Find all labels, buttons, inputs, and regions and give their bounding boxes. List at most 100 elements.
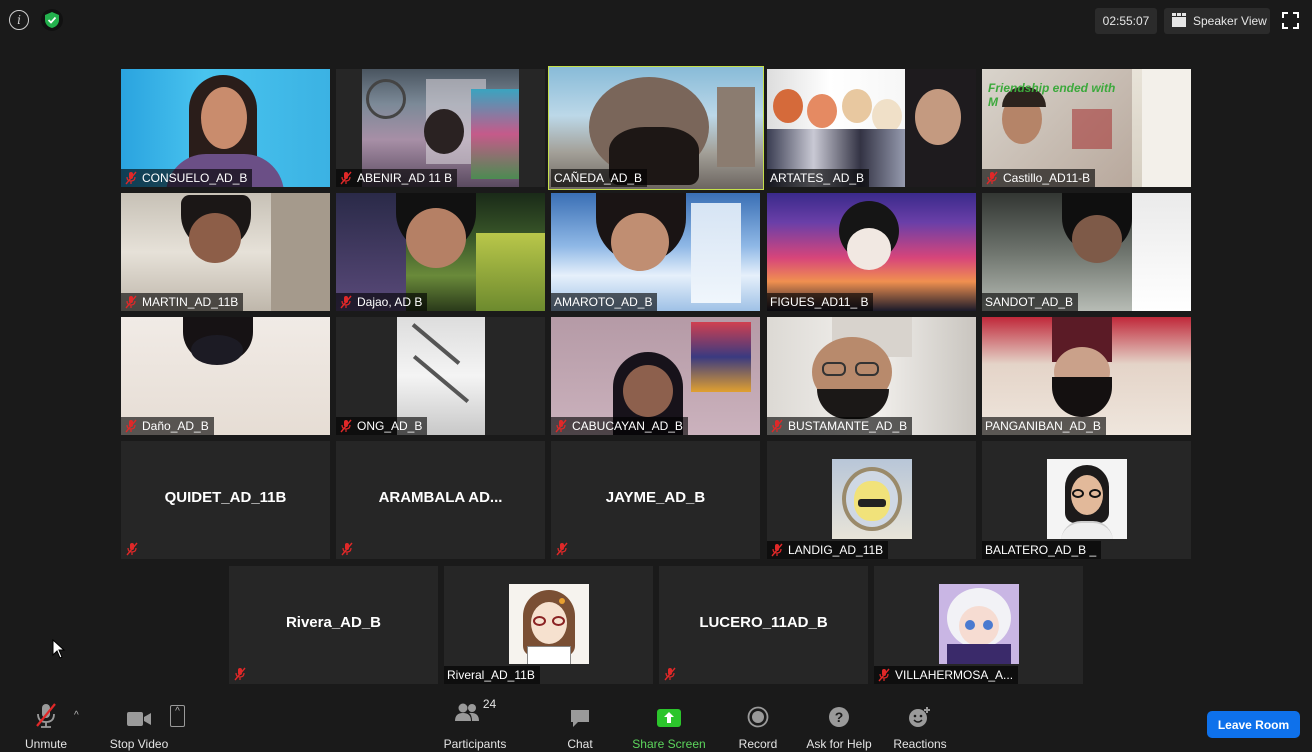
participant-tile[interactable]: ONG_AD_B (336, 317, 545, 435)
participant-name: JAYME_AD_B (605, 489, 706, 506)
participant-nameplate: PANGANIBAN_AD_B (982, 417, 1106, 435)
leave-room-button[interactable]: Leave Room (1207, 711, 1300, 738)
speaker-view-label: Speaker View (1193, 14, 1267, 28)
participant-name: Riveral_AD_11B (447, 668, 535, 682)
participant-nameplate: CABUCAYAN_AD_B (551, 417, 688, 435)
participant-nameplate: Castillo_AD11-B (982, 169, 1096, 187)
video-camera-icon (126, 700, 152, 728)
participant-name: Castillo_AD11-B (1003, 171, 1091, 185)
participant-nameplate: ONG_AD_B (336, 417, 428, 435)
meeting-timer: 02:55:07 (1095, 8, 1157, 34)
participant-tile[interactable]: VILLAHERMOSA_A... (874, 566, 1083, 684)
participant-tile[interactable]: SANDOT_AD_B (982, 193, 1191, 311)
video-options-caret-icon[interactable]: ^ (170, 705, 185, 727)
participant-nameplate: VILLAHERMOSA_A... (874, 666, 1019, 684)
participant-tile[interactable]: QUIDET_AD_11B (121, 441, 330, 559)
participant-tile[interactable]: AMAROTO_AD_B (551, 193, 760, 311)
participant-tile[interactable]: BUSTAMANTE_AD_B (767, 317, 976, 435)
participant-tile[interactable]: Friendship ended with M Castillo_AD11-B (982, 69, 1191, 187)
participant-name: BUSTAMANTE_AD_B (788, 419, 908, 433)
stop-video-button[interactable]: Stop Video (104, 692, 174, 752)
participant-name: CONSUELO_AD_B (142, 171, 248, 185)
share-screen-button[interactable]: Share Screen (630, 692, 708, 752)
participant-name: SANDOT_AD_B (985, 295, 1074, 309)
participant-tile[interactable]: JAYME_AD_B (551, 441, 760, 559)
speaker-view-button[interactable]: Speaker View (1164, 8, 1270, 34)
muted-mic-icon (124, 171, 138, 185)
record-button[interactable]: Record (733, 692, 783, 752)
participant-nameplate: BALATERO_AD_B _ (982, 541, 1102, 559)
participant-nameplate: FIGUES_AD11_ B (767, 293, 874, 311)
record-label: Record (738, 737, 778, 751)
participant-tile[interactable]: Riveral_AD_11B (444, 566, 653, 684)
participant-nameplate: Daño_AD_B (121, 417, 214, 435)
unmute-label: Unmute (24, 737, 68, 751)
profile-picture (832, 459, 912, 539)
muted-mic-icon (339, 171, 353, 185)
participant-nameplate: CONSUELO_AD_B (121, 169, 253, 187)
participant-count: 24 (482, 697, 497, 711)
mouse-cursor-icon (52, 638, 66, 664)
participant-nameplate: Dajao, AD B (336, 293, 428, 311)
participant-tile-active-speaker[interactable]: CAÑEDA_AD_B (548, 66, 764, 190)
muted-mic-icon (233, 667, 247, 681)
participant-name: AMAROTO_AD_B (554, 295, 653, 309)
participant-tile[interactable]: ARTATES_ AD_B (767, 69, 976, 187)
ask-for-help-label: Ask for Help (806, 737, 872, 751)
participant-tile[interactable]: CONSUELO_AD_B (121, 69, 330, 187)
audio-options-caret-icon[interactable]: ^ (74, 710, 79, 721)
muted-mic-icon (339, 419, 353, 433)
participant-nameplate: AMAROTO_AD_B (551, 293, 658, 311)
chat-bubble-icon (569, 700, 591, 728)
muted-mic-icon (770, 543, 784, 557)
participant-tile[interactable]: FIGUES_AD11_ B (767, 193, 976, 311)
ask-for-help-button[interactable]: ? Ask for Help (804, 692, 874, 752)
unmute-button[interactable]: Unmute (16, 692, 76, 752)
chat-button[interactable]: Chat (555, 692, 605, 752)
participants-label: Participants (443, 737, 507, 751)
participant-name: ONG_AD_B (357, 419, 423, 433)
participant-nameplate: ABENIR_AD 11 B (336, 169, 458, 187)
participant-nameplate: CAÑEDA_AD_B (551, 169, 648, 187)
muted-mic-icon (34, 700, 58, 728)
meeting-info-icon[interactable]: i (9, 10, 29, 30)
participant-name: QUIDET_AD_11B (164, 489, 287, 506)
participant-tile[interactable]: Daño_AD_B (121, 317, 330, 435)
participant-tile[interactable]: LUCERO_11AD_B (659, 566, 868, 684)
participant-tile[interactable]: Rivera_AD_B (229, 566, 438, 684)
participant-name: LANDIG_AD_11B (788, 543, 884, 557)
svg-text:?: ? (835, 709, 844, 725)
participant-nameplate: LANDIG_AD_11B (767, 541, 889, 559)
participant-tile[interactable]: CABUCAYAN_AD_B (551, 317, 760, 435)
muted-mic-icon (339, 295, 353, 309)
participant-name: ABENIR_AD 11 B (357, 171, 453, 185)
participants-icon (454, 702, 480, 727)
muted-mic-icon (340, 542, 354, 556)
participant-name: BALATERO_AD_B _ (985, 543, 1097, 557)
muted-mic-icon (985, 171, 999, 185)
participant-name: LUCERO_11AD_B (699, 614, 828, 631)
muted-mic-icon (125, 542, 139, 556)
participant-tile[interactable]: PANGANIBAN_AD_B (982, 317, 1191, 435)
help-question-icon: ? (828, 700, 850, 728)
participant-tile[interactable]: BALATERO_AD_B _ (982, 441, 1191, 559)
participants-button[interactable]: 24 Participants (440, 692, 510, 752)
chat-label: Chat (567, 737, 593, 751)
participant-tile[interactable]: MARTIN_AD_11B (121, 193, 330, 311)
participant-name: VILLAHERMOSA_A... (895, 668, 1014, 682)
participant-tile[interactable]: LANDIG_AD_11B (767, 441, 976, 559)
reactions-button[interactable]: Reactions (890, 692, 950, 752)
muted-mic-icon (663, 667, 677, 681)
participant-nameplate: ARTATES_ AD_B (767, 169, 870, 187)
reactions-smiley-icon (908, 700, 932, 728)
participant-tile[interactable]: Dajao, AD B (336, 193, 545, 311)
zoom-meeting-window: i 02:55:07 Speaker View CONSUELO_AD_B AB… (0, 0, 1312, 752)
fullscreen-icon[interactable] (1282, 12, 1299, 29)
participant-nameplate: MARTIN_AD_11B (121, 293, 244, 311)
share-screen-label: Share Screen (632, 737, 706, 751)
participant-tile[interactable]: ABENIR_AD 11 B (336, 69, 545, 187)
encryption-shield-icon[interactable] (41, 9, 63, 31)
participant-name: CABUCAYAN_AD_B (572, 419, 683, 433)
participant-tile[interactable]: ARAMBALA AD... (336, 441, 545, 559)
muted-mic-icon (554, 419, 568, 433)
